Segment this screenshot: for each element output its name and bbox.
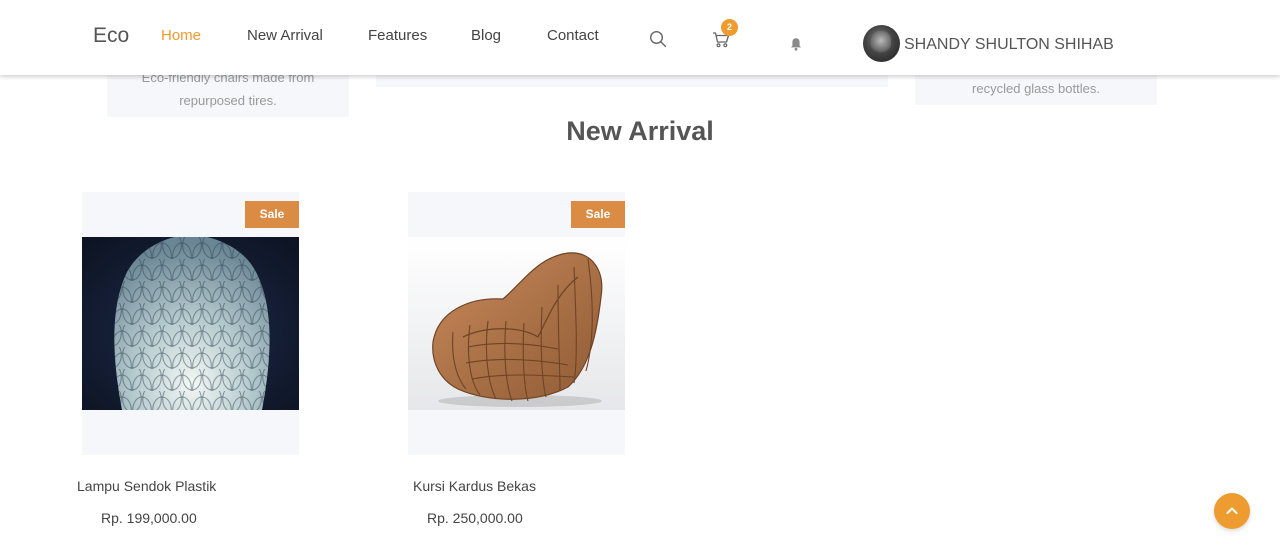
product-price: Rp. 199,000.00 — [101, 510, 197, 526]
product-image-lamp[interactable] — [82, 237, 299, 410]
user-name[interactable]: SHANDY SHULTON SHIHAB — [904, 36, 1114, 54]
product-price: Rp. 250,000.00 — [427, 510, 523, 526]
sale-badge: Sale — [245, 201, 299, 228]
product-card[interactable]: Sale — [408, 192, 625, 455]
nav-features[interactable]: Features — [368, 27, 427, 44]
product-name[interactable]: Lampu Sendok Plastik — [77, 478, 216, 494]
back-to-top-button[interactable] — [1214, 493, 1250, 529]
site-logo[interactable]: Eco — [93, 24, 129, 48]
nav-new-arrival[interactable]: New Arrival — [247, 27, 323, 44]
product-card[interactable]: Sale — [82, 192, 299, 455]
bell-icon[interactable] — [790, 37, 802, 51]
nav-contact[interactable]: Contact — [547, 27, 599, 44]
section-title: New Arrival — [566, 116, 714, 146]
nav-blog[interactable]: Blog — [471, 27, 501, 44]
top-navbar: Eco Home New Arrival Features Blog Conta… — [0, 0, 1280, 75]
product-name[interactable]: Kursi Kardus Bekas — [413, 478, 536, 494]
feature-card-text: recycled glass bottles. — [972, 81, 1100, 96]
product-image-cardboard-chair[interactable] — [408, 237, 625, 410]
cart-count-badge: 2 — [721, 19, 738, 36]
nav-home[interactable]: Home — [161, 27, 201, 44]
search-icon[interactable] — [649, 30, 667, 48]
avatar[interactable] — [863, 25, 900, 62]
chevron-up-icon — [1226, 507, 1238, 514]
sale-badge: Sale — [571, 201, 625, 228]
